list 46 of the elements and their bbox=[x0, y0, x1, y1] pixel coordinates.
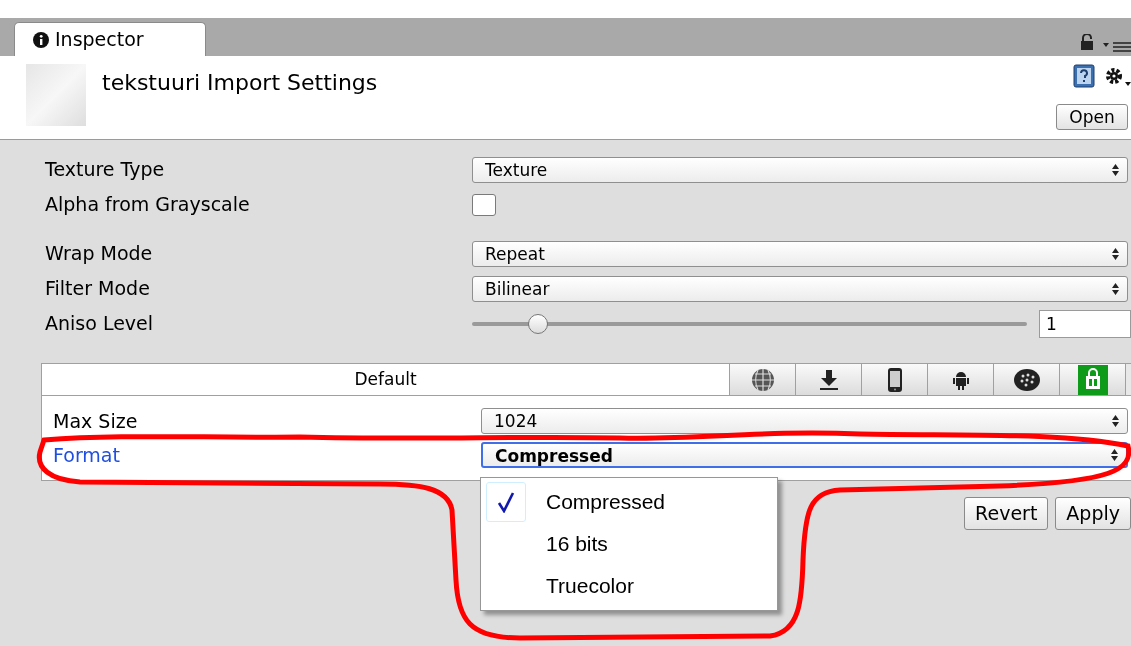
property-label: Aniso Level bbox=[45, 311, 155, 337]
platform-tab[interactable] bbox=[928, 364, 994, 395]
download-icon bbox=[818, 368, 839, 391]
header-title: tekstuuri Import Settings bbox=[102, 69, 378, 97]
platform-tab[interactable] bbox=[796, 364, 862, 395]
setting-label: Format bbox=[53, 442, 121, 468]
property-label: Wrap Mode bbox=[45, 241, 154, 267]
open-button[interactable]: Open bbox=[1056, 104, 1128, 130]
property-label: Filter Mode bbox=[45, 276, 151, 302]
number-field[interactable]: 1 bbox=[1039, 309, 1131, 338]
platform-tab[interactable]: Default bbox=[42, 364, 730, 395]
dropdown-arrows-icon bbox=[1111, 449, 1118, 461]
menu-icon[interactable] bbox=[1103, 40, 1131, 52]
gear-icon[interactable] bbox=[1104, 66, 1131, 88]
menu-item[interactable]: Truecolor bbox=[481, 565, 777, 607]
globe-icon bbox=[750, 367, 775, 392]
help-icon[interactable] bbox=[1073, 64, 1095, 88]
info-icon bbox=[33, 31, 49, 48]
platform-tab[interactable] bbox=[994, 364, 1060, 395]
platform-tab[interactable] bbox=[730, 364, 796, 395]
action-button[interactable]: Apply bbox=[1055, 497, 1131, 530]
property-label: Alpha from Grayscale bbox=[45, 192, 251, 218]
checkbox[interactable] bbox=[472, 193, 496, 216]
slider-thumb[interactable] bbox=[528, 313, 549, 334]
dropdown-arrows-icon bbox=[1112, 247, 1119, 260]
dropdown[interactable]: Texture bbox=[472, 156, 1128, 183]
menu-item[interactable]: 16 bits bbox=[481, 523, 777, 565]
dropdown[interactable]: Bilinear bbox=[472, 275, 1128, 302]
phone-icon bbox=[886, 366, 903, 393]
dropdown-arrows-icon bbox=[1112, 415, 1119, 427]
slider-track[interactable] bbox=[471, 312, 1028, 335]
dropdown[interactable]: Compressed bbox=[481, 442, 1128, 468]
texture-thumbnail bbox=[26, 64, 86, 126]
dropdown[interactable]: Repeat bbox=[472, 240, 1128, 267]
dropdown-arrows-icon bbox=[1112, 163, 1119, 176]
menu-item[interactable]: Compressed bbox=[481, 481, 777, 523]
dropdown-arrows-icon bbox=[1112, 282, 1119, 295]
android-icon bbox=[952, 369, 969, 390]
property-label: Texture Type bbox=[45, 157, 166, 183]
dropdown[interactable]: 1024 bbox=[481, 408, 1128, 434]
action-button[interactable]: Revert bbox=[964, 497, 1049, 530]
inspector-tab[interactable]: Inspector bbox=[14, 22, 206, 56]
platform-tab[interactable] bbox=[862, 364, 928, 395]
setting-label: Max Size bbox=[53, 408, 139, 434]
dotted-circle-icon bbox=[1013, 367, 1040, 392]
lock-icon[interactable] bbox=[1080, 34, 1094, 50]
